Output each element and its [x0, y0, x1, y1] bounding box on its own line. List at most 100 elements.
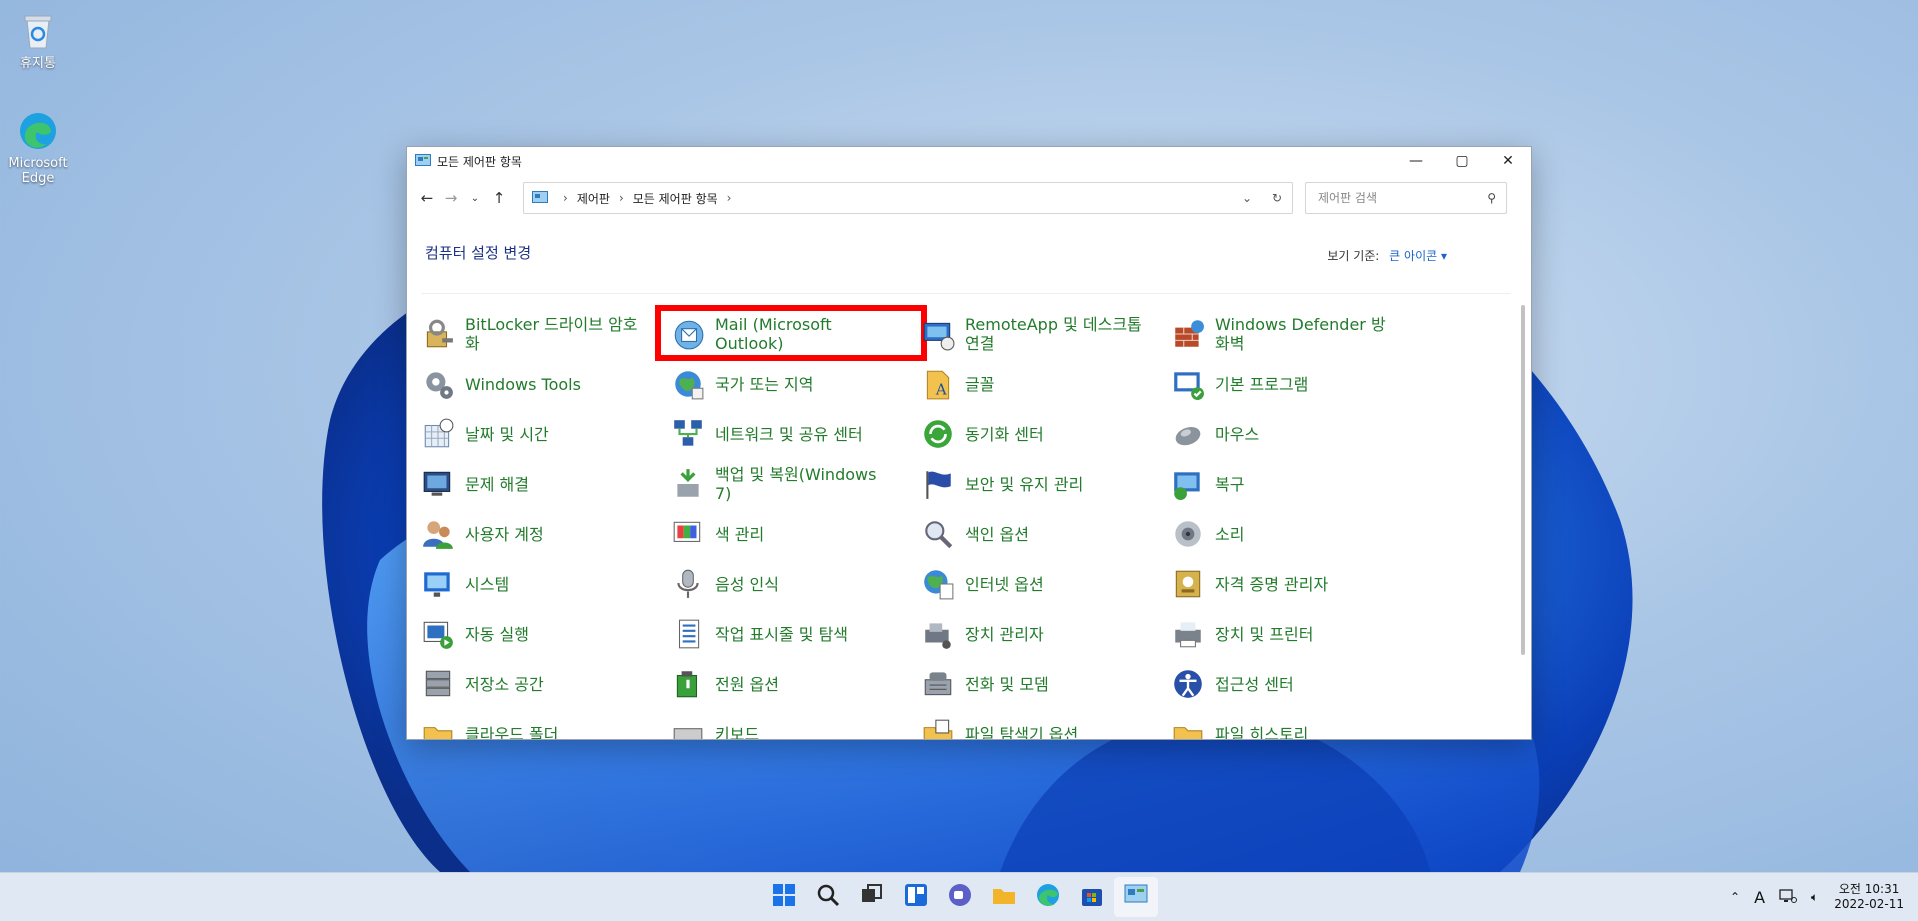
forward-button[interactable]: →: [439, 184, 463, 212]
view-by-dropdown[interactable]: 큰 아이콘 ▾: [1389, 249, 1447, 263]
control-panel-item[interactable]: 클라우드 폴더: [421, 709, 671, 739]
control-panel-item[interactable]: 기본 프로그램: [1171, 359, 1421, 409]
title-bar[interactable]: 모든 제어판 항목 — ▢ ✕: [407, 147, 1531, 175]
control-panel-item[interactable]: BitLocker 드라이브 암호화: [421, 309, 671, 359]
control-panel-item[interactable]: 저장소 공간: [421, 659, 671, 709]
control-panel-item[interactable]: 전화 및 모뎀: [921, 659, 1171, 709]
system-icon: [421, 567, 455, 601]
control-panel-item[interactable]: 키보드: [671, 709, 921, 739]
control-panel-taskbar-button[interactable]: [1114, 877, 1158, 917]
security-flag-icon: [921, 467, 955, 501]
control-panel-item[interactable]: A 글꼴: [921, 359, 1171, 409]
search-icon[interactable]: ⚲: [1487, 191, 1496, 205]
date-time-icon: [421, 417, 455, 451]
control-panel-item[interactable]: Windows Defender 방화벽: [1171, 309, 1421, 359]
widgets-icon: [903, 882, 929, 912]
close-button[interactable]: ✕: [1485, 147, 1531, 175]
item-label: 장치 및 프린터: [1215, 624, 1314, 644]
control-panel-item[interactable]: 소리: [1171, 509, 1421, 559]
control-panel-item[interactable]: 작업 표시줄 및 탐색: [671, 609, 921, 659]
task-view-taskbar-button[interactable]: [850, 877, 894, 917]
address-bar[interactable]: › 제어판 › 모든 제어판 항목 › ⌄ ↻: [523, 182, 1293, 214]
control-panel-item[interactable]: Mail (Microsoft Outlook): [655, 305, 927, 361]
speech-icon: [671, 567, 705, 601]
control-panel-item[interactable]: 색 관리: [671, 509, 921, 559]
control-panel-item[interactable]: 파일 탐색기 옵션: [921, 709, 1171, 739]
breadcrumb-control-panel[interactable]: 제어판: [577, 190, 610, 207]
desktop-edge[interactable]: Microsoft Edge: [6, 110, 70, 186]
item-label: 색 관리: [715, 524, 765, 544]
page-title: 컴퓨터 설정 변경: [425, 243, 532, 262]
navigation-bar: ← → ⌄ ↑ › 제어판 › 모든 제어판 항목 › ⌄ ↻ ⚲: [407, 175, 1531, 221]
control-panel-item[interactable]: 장치 및 프린터: [1171, 609, 1421, 659]
control-panel-item[interactable]: 음성 인식: [671, 559, 921, 609]
network-icon[interactable]: [1779, 888, 1798, 906]
chevron-up-icon[interactable]: ⌃: [1730, 890, 1740, 904]
control-panel-icon: [415, 154, 431, 168]
refresh-icon[interactable]: ↻: [1262, 191, 1292, 205]
maximize-button[interactable]: ▢: [1439, 147, 1485, 175]
control-panel-item[interactable]: RemoteApp 및 데스크톱 연결: [921, 309, 1171, 359]
control-panel-item[interactable]: 전원 옵션: [671, 659, 921, 709]
item-label: 복구: [1215, 474, 1245, 494]
control-panel-item[interactable]: 백업 및 복원(Windows 7): [671, 459, 921, 509]
highlight-box: [655, 305, 927, 361]
volume-icon[interactable]: 🔈︎: [1811, 890, 1818, 905]
ime-indicator[interactable]: A: [1754, 888, 1765, 907]
start-icon: [771, 882, 797, 912]
search-taskbar-button[interactable]: [806, 877, 850, 917]
search-input[interactable]: [1316, 190, 1488, 206]
items-panel: BitLocker 드라이브 암호화 Mail (Microsoft Outloo…: [421, 295, 1511, 739]
edge-taskbar-button[interactable]: [1026, 877, 1070, 917]
bitlocker-icon: [421, 317, 455, 351]
system-tray: ⌃ A 🔈︎ 오전 10:31 2022-02-11: [1716, 877, 1904, 917]
control-panel-item[interactable]: 마우스: [1171, 409, 1421, 459]
control-panel-item[interactable]: 색인 옵션: [921, 509, 1171, 559]
chevron-down-icon[interactable]: ⌄: [1232, 191, 1262, 205]
chevron-right-icon[interactable]: ›: [727, 191, 732, 205]
control-panel-item[interactable]: 국가 또는 지역: [671, 359, 921, 409]
explorer-options-icon: [921, 717, 955, 739]
control-panel-item[interactable]: 인터넷 옵션: [921, 559, 1171, 609]
chevron-right-icon[interactable]: ›: [619, 191, 624, 205]
taskbar: ⌃ A 🔈︎ 오전 10:31 2022-02-11: [0, 872, 1918, 921]
control-panel-item[interactable]: 사용자 계정: [421, 509, 671, 559]
control-panel-item[interactable]: 보안 및 유지 관리: [921, 459, 1171, 509]
control-panel-icon: [1123, 882, 1149, 912]
clock[interactable]: 오전 10:31 2022-02-11: [1834, 882, 1904, 912]
minimize-button[interactable]: —: [1393, 147, 1439, 175]
start-taskbar-button[interactable]: [762, 877, 806, 917]
control-panel-item[interactable]: 자격 증명 관리자: [1171, 559, 1421, 609]
recent-dropdown-button[interactable]: ⌄: [463, 184, 487, 212]
control-panel-item[interactable]: 파일 히스토리: [1171, 709, 1421, 739]
control-panel-item[interactable]: 자동 실행: [421, 609, 671, 659]
remoteapp-icon: [921, 317, 955, 351]
search-box[interactable]: ⚲: [1305, 182, 1507, 214]
desktop-recycle-bin[interactable]: 휴지통: [6, 10, 70, 71]
item-label: 파일 탐색기 옵션: [965, 724, 1079, 740]
search-icon: [815, 882, 841, 912]
file-explorer-taskbar-button[interactable]: [982, 877, 1026, 917]
control-panel-item[interactable]: 접근성 센터: [1171, 659, 1421, 709]
control-panel-item[interactable]: 네트워크 및 공유 센터: [671, 409, 921, 459]
folder-icon: [421, 717, 455, 739]
widgets-taskbar-button[interactable]: [894, 877, 938, 917]
window-title: 모든 제어판 항목: [437, 154, 522, 169]
control-panel-item[interactable]: 문제 해결: [421, 459, 671, 509]
control-panel-item[interactable]: Windows Tools: [421, 359, 671, 409]
store-taskbar-button[interactable]: [1070, 877, 1114, 917]
chevron-right-icon[interactable]: ›: [563, 191, 568, 205]
control-panel-item[interactable]: 동기화 센터: [921, 409, 1171, 459]
item-label: 백업 및 복원(Windows 7): [715, 465, 877, 503]
control-panel-item[interactable]: 날짜 및 시간: [421, 409, 671, 459]
chat-taskbar-button[interactable]: [938, 877, 982, 917]
up-button[interactable]: ↑: [487, 184, 511, 212]
breadcrumb-all-items[interactable]: 모든 제어판 항목: [633, 190, 718, 207]
control-panel-item[interactable]: 장치 관리자: [921, 609, 1171, 659]
control-panel-item[interactable]: 시스템: [421, 559, 671, 609]
control-panel-item[interactable]: 복구: [1171, 459, 1421, 509]
vertical-scrollbar[interactable]: [1521, 305, 1525, 655]
color-management-icon: [671, 517, 705, 551]
mouse-icon: [1171, 417, 1205, 451]
back-button[interactable]: ←: [415, 184, 439, 212]
